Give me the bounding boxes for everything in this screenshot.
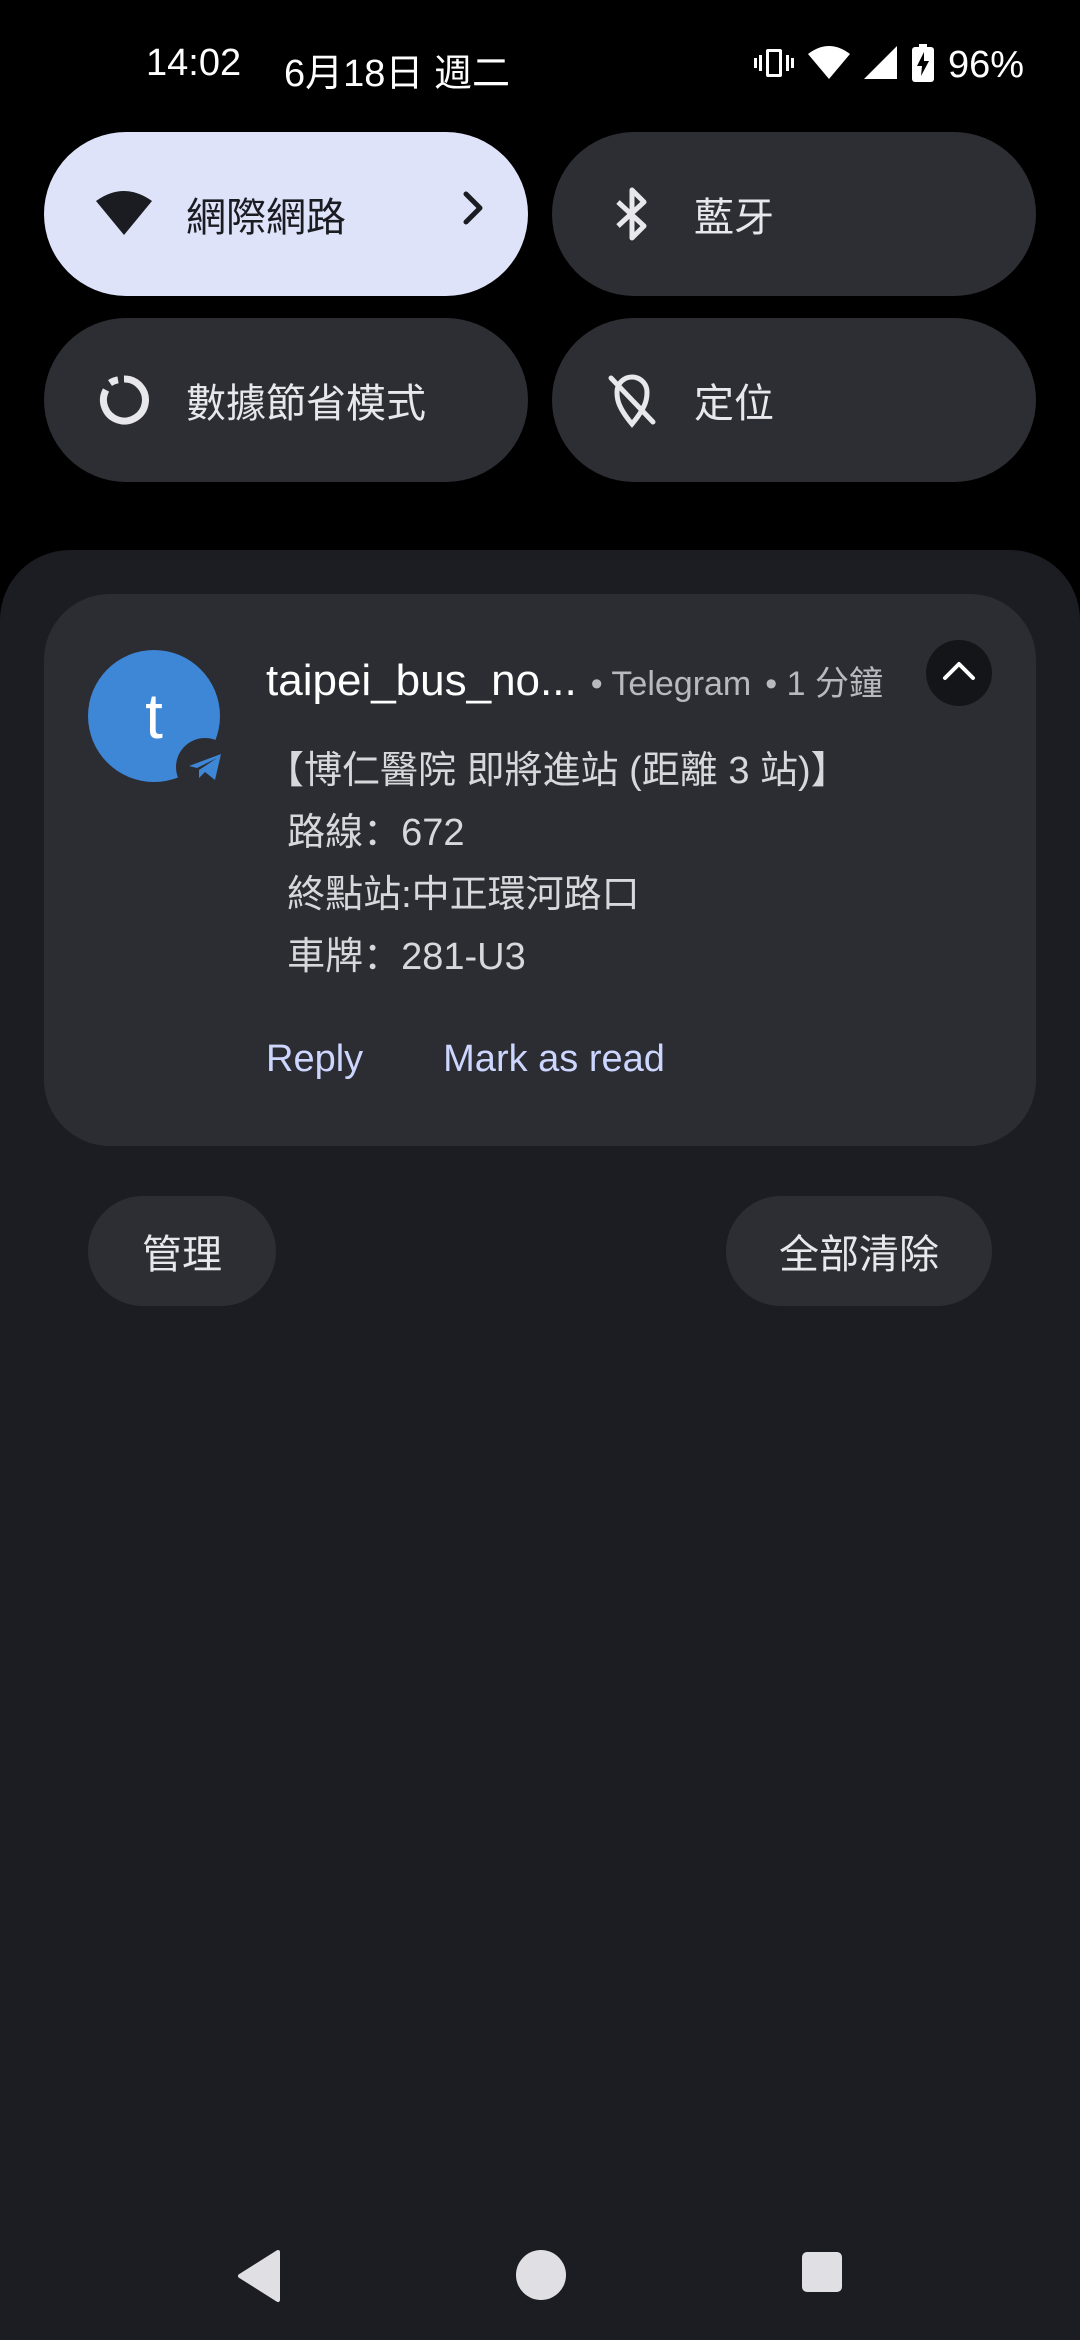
status-icons: 96%	[753, 44, 1024, 87]
manage-button[interactable]: 管理	[88, 1196, 276, 1306]
status-date: 6月18日 週二	[284, 53, 510, 95]
notification-header: taipei_bus_no... • Telegram • 1 分鐘	[266, 656, 883, 706]
notification-actions: Reply Mark as read	[266, 1038, 665, 1081]
tile-internet[interactable]: 網際網路	[44, 132, 528, 296]
notification-line: 【博仁醫院 即將進站 (距離 3 站)】	[266, 750, 849, 792]
notification-body: 【博仁醫院 即將進站 (距離 3 站)】 路線：672 終點站:中正環河路口 車…	[266, 740, 849, 988]
cellular-signal-icon	[863, 46, 898, 85]
tile-bluetooth[interactable]: 藍牙	[552, 132, 1036, 296]
wifi-icon	[94, 184, 154, 244]
chevron-up-icon	[941, 660, 977, 687]
status-bar: 14:02 6月18日 週二 96%	[0, 0, 1080, 130]
tile-data-saver[interactable]: 數據節省模式	[44, 318, 528, 482]
location-off-icon	[602, 370, 662, 430]
notification-line: 路線：672	[266, 812, 465, 854]
notification-app: • Telegram	[590, 665, 752, 703]
chevron-right-icon	[462, 188, 486, 233]
recents-icon[interactable]	[800, 2250, 844, 2299]
avatar-letter: t	[145, 680, 163, 752]
tile-label: 藍牙	[694, 196, 774, 240]
battery-percent: 96%	[947, 44, 1024, 86]
tile-label: 網際網路	[186, 196, 346, 240]
tile-label: 數據節省模式	[186, 382, 426, 426]
navigation-bar	[0, 2220, 1080, 2330]
notification-title: taipei_bus_no...	[266, 656, 577, 705]
notification-time: • 1 分鐘	[765, 665, 883, 703]
mark-as-read-button[interactable]: Mark as read	[443, 1038, 665, 1081]
notification-card[interactable]: t taipei_bus_no... • Telegram • 1 分鐘 【博仁…	[44, 594, 1036, 1146]
tile-location[interactable]: 定位	[552, 318, 1036, 482]
notification-line: 終點站:中正環河路口	[266, 874, 640, 916]
bluetooth-icon	[602, 184, 662, 244]
status-time: 14:02	[146, 42, 242, 84]
collapse-button[interactable]	[926, 640, 992, 706]
back-icon[interactable]	[234, 2248, 284, 2309]
telegram-icon	[176, 738, 234, 796]
battery-charging-icon	[911, 44, 934, 87]
home-icon[interactable]	[514, 2248, 568, 2307]
clear-all-button[interactable]: 全部清除	[726, 1196, 992, 1306]
reply-button[interactable]: Reply	[266, 1038, 363, 1081]
tile-label: 定位	[694, 382, 774, 426]
vibrate-icon	[753, 45, 794, 86]
data-saver-icon	[94, 370, 154, 430]
wifi-icon	[807, 46, 850, 85]
notification-line: 車牌：281-U3	[266, 936, 526, 978]
